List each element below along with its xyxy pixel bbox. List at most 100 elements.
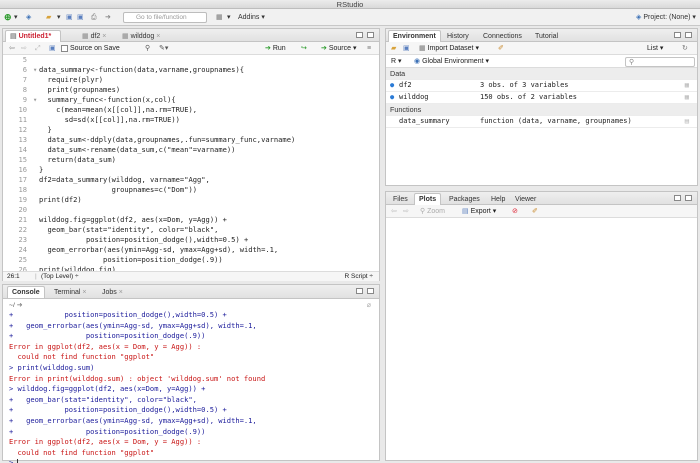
rerun-icon[interactable]: ↪ [301,42,307,55]
chevron-down-icon[interactable]: ▾ [14,12,18,23]
code-line[interactable]: 9 ▾ summary_func<-function(x,col){ [3,95,176,105]
source-on-save-checkbox[interactable]: Source on Save [61,42,120,55]
view-mode-dropdown[interactable]: List ▾ [647,42,663,55]
code-line[interactable]: 15 return(data_sum) [3,155,115,165]
project-menu[interactable]: ◈ Project: (None) ▾ [636,12,696,23]
code-line[interactable]: 21 wilddog.fig=ggplot(df2, aes(x=Dom, y=A… [3,215,226,225]
code-line[interactable]: 6 ▾ data_summary<-function(data,varname,gr… [3,65,244,75]
view-table-icon[interactable]: ▦ [685,92,689,104]
tab-plots[interactable]: Plots [414,193,442,205]
navigate-arrow-icon[interactable]: ➜ [17,302,23,309]
code-line[interactable]: 20 [3,205,39,215]
maximize-button[interactable] [685,32,692,38]
tab-viewer[interactable]: Viewer [510,193,541,205]
tab-packages[interactable]: Packages [444,193,485,205]
code-line[interactable]: 7 require(plyr) [3,75,103,85]
tab-terminal[interactable]: Terminal × [49,286,92,298]
chevron-down-icon[interactable]: ▾ [57,12,61,23]
maximize-button[interactable] [367,288,374,294]
tab-environment[interactable]: Environment [388,30,441,42]
view-function-icon[interactable]: ▤ [685,116,689,128]
code-line[interactable]: 24 geom_errorbar(aes(ymin=Agg-sd, ymax=A… [3,245,278,255]
tab-tutorial[interactable]: Tutorial [530,30,563,42]
env-row-data-summary[interactable]: data_summary function (data, varname, gr… [386,116,697,128]
source-button[interactable]: ➔ Source ▾ [321,42,356,55]
code-line[interactable]: 25 position=position_dodge(.9)) [3,255,222,265]
env-row-df2[interactable]: ● df2 3 obs. of 3 variables ▦ [386,80,697,92]
code-line[interactable]: 17 df2=data_summary(wilddog, varname="Agg… [3,175,209,185]
code-line[interactable]: 14 data_sum<-rename(data_sum,c("mean"=va… [3,145,235,155]
load-workspace-icon[interactable]: ▰ [391,42,396,55]
new-project-icon[interactable]: ◈ [26,12,31,23]
back-arrow-icon[interactable]: ⇦ [391,205,397,218]
open-file-icon[interactable]: ▰ [46,12,51,23]
code-line[interactable]: 11 sd=sd(x[[col]],na.rm=TRUE)) [3,115,179,125]
code-line[interactable]: 10 c(mean=mean(x[[col]],na.rm=TRUE), [3,105,197,115]
view-table-icon[interactable]: ▦ [685,80,689,92]
scope-indicator[interactable]: (Top Level) ÷ [41,272,79,282]
code-line[interactable]: 8 print(groupnames) [3,85,120,95]
show-in-window-icon[interactable]: ⤢ [35,42,41,55]
forward-arrow-icon[interactable]: ⇨ [403,205,409,218]
expand-icon[interactable]: ● [390,92,394,104]
code-line[interactable]: 18 groupnames=c("Dom")) [3,185,197,195]
tab-history[interactable]: History [442,30,474,42]
zoom-button[interactable]: ⚲ Zoom [420,205,445,218]
minimize-button[interactable] [356,288,363,294]
run-button[interactable]: ➔ Run [265,42,286,55]
tab-jobs[interactable]: Jobs × [97,286,128,298]
expand-icon[interactable]: ● [390,80,394,92]
import-dataset-button[interactable]: ▦ Import Dataset ▾ [419,42,479,55]
tab-console[interactable]: Console [7,286,45,298]
back-arrow-icon[interactable]: ⇦ [9,42,15,55]
outline-icon[interactable]: ≡ [367,42,371,55]
file-type-indicator[interactable]: R Script ÷ [345,272,374,282]
export-button[interactable]: ▤ Export ▾ [462,205,496,218]
search-icon[interactable]: ⚲ [145,42,150,55]
code-editor[interactable]: 5 6 ▾ data_summary<-function(data,varname,g… [3,55,379,274]
tab-help[interactable]: Help [486,193,510,205]
addins-menu[interactable]: Addins ▾ [238,12,265,23]
broom-icon[interactable]: ✐ [532,205,538,218]
goto-file-input[interactable]: Go to file/function [123,12,207,23]
language-dropdown[interactable]: R ▾ [391,55,402,68]
code-line[interactable]: 5 [3,55,39,65]
print-icon[interactable]: ⎙ [91,12,97,23]
code-line[interactable]: 23 position=position_dodge(),width=0.5) … [3,235,248,245]
save-all-icon[interactable]: ▣ [77,12,84,23]
minimize-button[interactable] [674,195,681,201]
close-icon[interactable]: × [119,289,123,296]
remove-plot-icon[interactable]: ⊘ [512,205,518,218]
minimize-button[interactable] [356,32,363,38]
tab-df2[interactable]: ▦ df2 × [77,30,111,42]
maximize-button[interactable] [367,32,374,38]
scope-dropdown[interactable]: ◉ Global Environment ▾ [414,55,489,68]
code-line[interactable]: 22 geom_bar(stat="identity", color="blac… [3,225,218,235]
save-workspace-icon[interactable]: ▣ [403,42,410,55]
code-line[interactable]: 19 print(df2) [3,195,81,205]
code-line[interactable]: 16} [3,165,43,175]
forward-arrow-icon[interactable]: ⇨ [21,42,27,55]
maximize-button[interactable] [685,195,692,201]
save-icon[interactable]: ▣ [49,42,56,55]
close-icon[interactable]: × [102,33,106,40]
clear-console-icon[interactable]: ⌀ [367,301,371,309]
code-line[interactable]: 12 } [3,125,51,135]
code-line[interactable]: 13 data_sum<-ddply(data,groupnames,.fun=… [3,135,295,145]
tab-untitled1[interactable]: ▤ Untitled1* × [5,30,61,52]
tab-files[interactable]: Files [388,193,413,205]
magic-wand-icon[interactable]: ✎▾ [159,42,168,55]
console-output[interactable]: + position=position_dodge(),width=0.5) +… [3,310,379,463]
close-icon[interactable]: × [156,33,160,40]
grid-layout-icon[interactable]: ▦ [216,12,223,23]
tab-wilddog[interactable]: ▦ wilddog × [117,30,165,42]
refresh-icon[interactable]: ↻ [682,42,688,55]
new-file-icon[interactable]: ⊕ [4,12,12,23]
broom-icon[interactable]: ✐ [498,42,504,55]
tab-connections[interactable]: Connections [478,30,527,42]
minimize-button[interactable] [674,32,681,38]
save-icon[interactable]: ▣ [66,12,73,23]
environment-search-input[interactable]: ⚲ [625,57,695,67]
env-row-wilddog[interactable]: ● wilddog 150 obs. of 2 variables ▦ [386,92,697,104]
chevron-down-icon[interactable]: ▾ [227,12,231,23]
